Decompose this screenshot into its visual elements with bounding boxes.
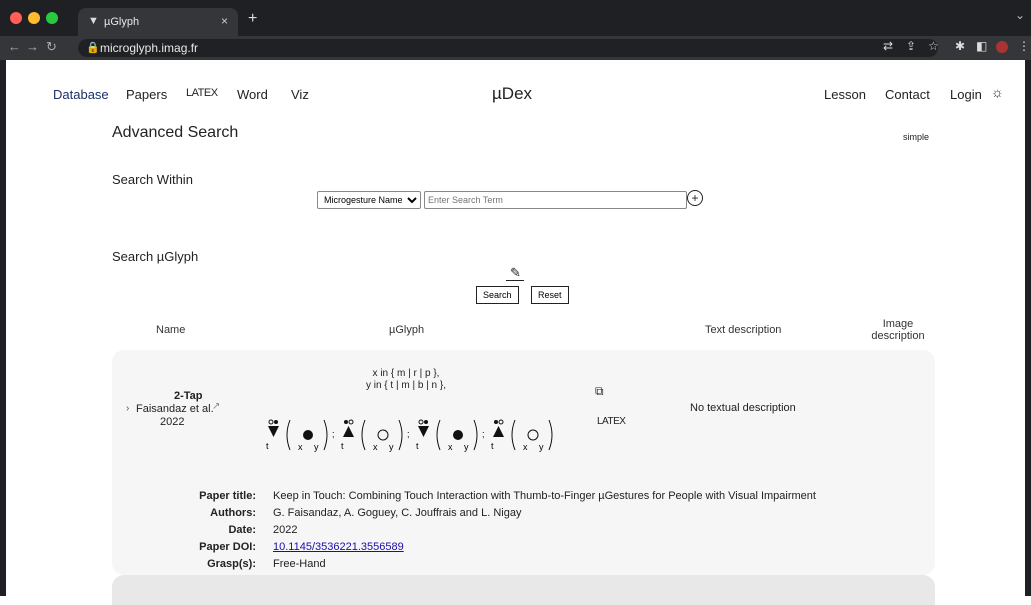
detail-value-authors: G. Faisandaz, A. Goguey, C. Jouffrais an… [273,507,522,519]
nav-papers[interactable]: Papers [126,87,167,102]
detail-label-title: Paper title: [199,490,256,502]
next-result-card [112,575,935,605]
detail-label-doi: Paper DOI: [199,541,256,553]
svg-text:t: t [266,441,269,451]
page: Database Papers LATEX Word Viz µDex Less… [6,60,1025,605]
search-field-select[interactable]: Microgesture Name [317,191,421,209]
detail-value-title: Keep in Touch: Combining Touch Interacti… [273,490,816,502]
svg-text:t: t [491,441,494,451]
svg-text:x: x [523,442,528,452]
pencil-underline [506,280,524,281]
back-icon[interactable]: ← [8,39,21,54]
paper-doi-link[interactable]: 10.1145/3536221.3556589 [273,541,404,553]
svg-text:y: y [389,442,394,452]
maximize-window-button[interactable] [46,12,58,24]
detail-label-date: Date: [228,524,256,536]
svg-text:;: ; [332,429,335,439]
reset-button[interactable]: Reset [531,286,569,304]
url-text: microglyph.imag.fr [100,41,199,55]
sidebar-icon[interactable]: ◧ [976,39,987,53]
gesture-name: 2-Tap [174,390,203,402]
result-year: 2022 [160,416,185,428]
forward-icon[interactable]: → [26,39,39,54]
svg-text:;: ; [482,429,485,439]
address-bar[interactable]: 🔒 microglyph.imag.fr [78,39,938,57]
latex-export-button[interactable]: LATEX [597,416,626,427]
simple-search-link[interactable]: simple [903,132,929,142]
nav-viz[interactable]: Viz [291,87,309,102]
browser-tab[interactable]: ▼ µGlyph × [78,8,238,36]
formula-line-1: x in { m | r | p }, [372,368,440,379]
search-button[interactable]: Search [476,286,519,304]
add-criterion-icon[interactable]: + [687,190,703,206]
search-input[interactable] [424,191,687,209]
svg-text:y: y [464,442,469,452]
detail-value-grasp: Free-Hand [273,558,326,570]
window-frame [1025,60,1031,596]
glyph-group-4: t x y [491,419,553,452]
copy-icon[interactable]: ⧉ [595,384,604,399]
glyph-group-2: t x y ; [341,419,410,452]
glyph-group-3: t x y ; [416,419,485,452]
svg-text:x: x [298,442,303,452]
nav-lesson[interactable]: Lesson [824,87,866,102]
svg-text:x: x [448,442,453,452]
nav-login[interactable]: Login [950,87,982,102]
text-description: No textual description [690,402,796,414]
detail-label-authors: Authors: [210,507,256,519]
browser-toolbar: ← → ↻ 🔒 microglyph.imag.fr ⇄ ⇪ ☆ ✱ ◧ ⋮ [0,36,1031,60]
search-within-heading: Search Within [112,172,193,187]
microglyph-diagram: t x y ; t x y ; t x y ; t x y [266,419,553,452]
column-header-image-description: Image description [871,318,925,342]
svg-text:t: t [416,441,419,451]
bookmark-star-icon[interactable]: ☆ [928,39,939,53]
svg-text:y: y [314,442,319,452]
search-glyph-heading: Search µGlyph [112,249,199,264]
svg-text:t: t [341,441,344,451]
formula-line-2: y in { t | m | b | n }, [365,380,447,391]
column-header-glyph: µGlyph [389,324,425,336]
tab-title: µGlyph [104,16,140,28]
site-brand[interactable]: µDex [492,84,532,104]
nav-contact[interactable]: Contact [885,87,930,102]
glyph-group-1: t x y ; [266,419,335,452]
detail-label-grasp: Grasp(s): [207,558,256,570]
favicon-icon: ▼ [88,15,99,27]
nav-latex[interactable]: LATEX [186,87,218,99]
reload-icon[interactable]: ↻ [46,39,57,55]
nav-database[interactable]: Database [53,87,109,102]
chevron-right-icon[interactable]: › [126,403,129,414]
close-window-button[interactable] [10,12,22,24]
column-header-text-description: Text description [705,324,782,336]
pencil-icon[interactable]: ✎ [510,265,521,281]
minimize-window-button[interactable] [28,12,40,24]
page-title: Advanced Search [112,124,239,141]
tab-search-icon[interactable]: ⌄ [1015,8,1025,22]
column-header-name: Name [156,324,186,336]
authors-short[interactable]: Faisandaz et al. [136,403,214,415]
menu-icon[interactable]: ⋮ [1018,39,1030,53]
profile-avatar[interactable] [996,41,1008,53]
extensions-icon[interactable]: ✱ [955,39,965,53]
share-icon[interactable]: ⇪ [906,39,916,53]
svg-text:y: y [539,442,544,452]
external-link-icon[interactable]: ↗ [212,401,220,412]
browser-tab-strip: ▼ µGlyph × + ⌄ [0,0,1031,36]
translate-icon[interactable]: ⇄ [883,39,893,53]
nav-word[interactable]: Word [237,87,268,102]
detail-value-date: 2022 [273,524,298,536]
tab-close-icon[interactable]: × [221,14,228,28]
theme-toggle-sun-icon[interactable]: ☼ [991,84,1004,100]
lock-icon: 🔒 [86,42,100,54]
svg-text:x: x [373,442,378,452]
new-tab-button[interactable]: + [248,10,257,28]
svg-text:;: ; [407,429,410,439]
